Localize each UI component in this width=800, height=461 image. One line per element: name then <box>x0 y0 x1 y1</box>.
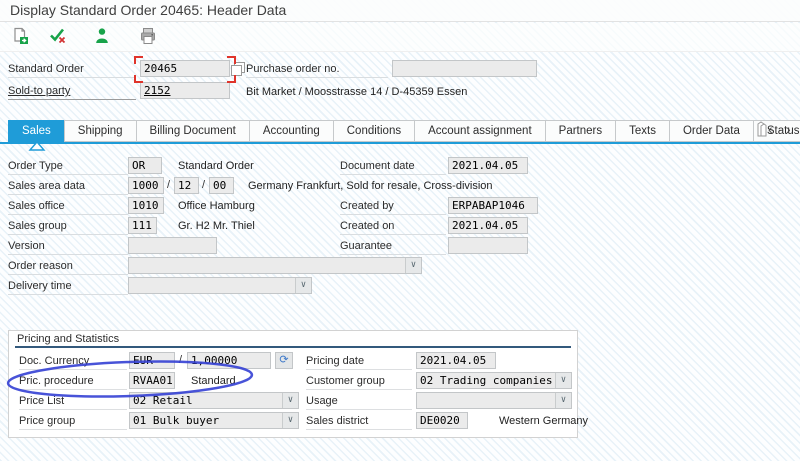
distribution-channel-field[interactable]: 12 <box>174 177 199 194</box>
sap-window: Display Standard Order 20465: Header Dat… <box>0 0 800 461</box>
tab-conditions[interactable]: Conditions <box>332 120 416 142</box>
customer-group-label: Customer group <box>306 375 412 390</box>
groupbox-rule <box>15 346 571 348</box>
tab-scroll-left-icon[interactable]: ‹ <box>768 118 773 140</box>
version-field[interactable] <box>128 237 217 254</box>
order-reason-label: Order reason <box>8 260 128 275</box>
usage-dropdown[interactable]: ∨ <box>416 392 572 409</box>
pricing-statistics-groupbox: Pricing and Statistics Doc. Currency EUR… <box>8 330 588 438</box>
tab-account-assignment[interactable]: Account assignment <box>414 120 546 142</box>
created-by-field[interactable]: ERPABAP1046 <box>448 197 538 214</box>
tab-accounting[interactable]: Accounting <box>248 120 334 142</box>
tab-shipping[interactable]: Shipping <box>63 120 137 142</box>
tab-overflow-icon[interactable] <box>757 121 767 142</box>
chevron-down-icon: ∨ <box>555 393 571 408</box>
status-check-button[interactable] <box>46 26 70 48</box>
status-check-icon <box>49 27 67 48</box>
pricing-date-field[interactable]: 2021.04.05 <box>416 352 496 369</box>
refresh-rate-icon[interactable]: ⟳ <box>275 352 293 369</box>
order-type-desc: Standard Order <box>178 160 254 172</box>
pric-procedure-label: Pric. procedure <box>19 375 127 390</box>
chevron-down-icon: ∨ <box>282 393 298 408</box>
price-list-dropdown[interactable]: 02 Retail ∨ <box>129 392 299 409</box>
chevron-down-icon: ∨ <box>282 413 298 428</box>
sales-district-field[interactable]: DE0020 <box>416 412 468 429</box>
exchange-rate-field[interactable]: 1,00000 <box>187 352 271 369</box>
document-date-label: Document date <box>340 160 446 175</box>
document-flow-icon <box>11 27 29 48</box>
sales-office-field[interactable]: 1010 <box>128 197 164 214</box>
document-flow-button[interactable] <box>8 26 32 48</box>
separator: / <box>167 179 171 191</box>
price-group-label: Price group <box>19 415 127 430</box>
tab-strip: Sales Shipping Billing Document Accounti… <box>8 120 800 142</box>
customer-group-dropdown[interactable]: 02 Trading companies ∨ <box>416 372 572 389</box>
pricing-date-label: Pricing date <box>306 355 412 370</box>
created-on-label: Created on <box>340 220 446 235</box>
order-type-label: Order Type <box>8 160 128 175</box>
sold-to-address: Bit Market / Moosstrasse 14 / D-45359 Es… <box>246 86 468 98</box>
order-reason-dropdown[interactable]: ∨ <box>128 257 422 274</box>
sales-org-field[interactable]: 1000 <box>128 177 164 194</box>
sales-office-desc: Office Hamburg <box>178 200 255 212</box>
window-title: Display Standard Order 20465: Header Dat… <box>0 0 800 22</box>
division-field[interactable]: 00 <box>209 177 234 194</box>
doc-currency-field[interactable]: EUR <box>129 352 175 369</box>
tab-order-data[interactable]: Order Data <box>668 120 754 142</box>
sales-group-desc: Gr. H2 Mr. Thiel <box>178 220 255 232</box>
sales-district-desc: Western Germany <box>499 415 589 427</box>
version-label: Version <box>8 240 128 255</box>
tab-sales[interactable]: Sales <box>8 120 65 142</box>
partner-button[interactable] <box>90 26 114 48</box>
matchcode-icon[interactable] <box>231 62 245 76</box>
created-on-field[interactable]: 2021.04.05 <box>448 217 528 234</box>
print-output-icon <box>139 27 157 48</box>
groupbox-title: Pricing and Statistics <box>17 333 120 345</box>
price-group-dropdown[interactable]: 01 Bulk buyer ∨ <box>129 412 299 429</box>
chevron-down-icon: ∨ <box>555 373 571 388</box>
guarantee-field[interactable] <box>448 237 528 254</box>
partner-person-icon <box>93 27 111 48</box>
sold-to-party-label[interactable]: Sold-to party <box>8 85 136 100</box>
sales-area-desc: Germany Frankfurt, Sold for resale, Cros… <box>248 180 493 192</box>
doc-currency-label: Doc. Currency <box>19 355 127 370</box>
tab-billing-document[interactable]: Billing Document <box>135 120 250 142</box>
purchase-order-label: Purchase order no. <box>246 63 388 78</box>
chevron-down-icon: ∨ <box>295 278 311 293</box>
delivery-time-dropdown[interactable]: ∨ <box>128 277 312 294</box>
pric-procedure-desc: Standard <box>191 375 236 387</box>
document-date-field[interactable]: 2021.04.05 <box>448 157 528 174</box>
application-toolbar <box>0 23 800 52</box>
usage-label: Usage <box>306 395 412 410</box>
tab-partners[interactable]: Partners <box>544 120 617 142</box>
standard-order-field[interactable]: 20465 <box>140 60 230 77</box>
tab-accent-line <box>0 142 800 144</box>
purchase-order-field[interactable] <box>392 60 537 77</box>
separator: / <box>179 354 183 366</box>
order-type-field[interactable]: OR <box>128 157 162 174</box>
sales-area-label: Sales area data <box>8 180 128 195</box>
standard-order-label: Standard Order <box>8 63 136 78</box>
sales-office-label: Sales office <box>8 200 128 215</box>
created-by-label: Created by <box>340 200 446 215</box>
sales-group-field[interactable]: 111 <box>128 217 157 234</box>
price-list-label: Price List <box>19 395 127 410</box>
tab-scroll-right-icon[interactable]: › <box>786 118 791 140</box>
sales-district-label: Sales district <box>306 415 412 430</box>
guarantee-label: Guarantee <box>340 240 446 255</box>
delivery-time-label: Delivery time <box>8 280 128 295</box>
sold-to-party-field[interactable]: 2152 <box>140 82 230 99</box>
separator: / <box>202 179 206 191</box>
chevron-down-icon: ∨ <box>405 258 421 273</box>
tab-texts[interactable]: Texts <box>615 120 670 142</box>
print-output-button[interactable] <box>136 26 160 48</box>
sales-group-label: Sales group <box>8 220 128 235</box>
pric-procedure-field[interactable]: RVAA01 <box>129 372 175 389</box>
